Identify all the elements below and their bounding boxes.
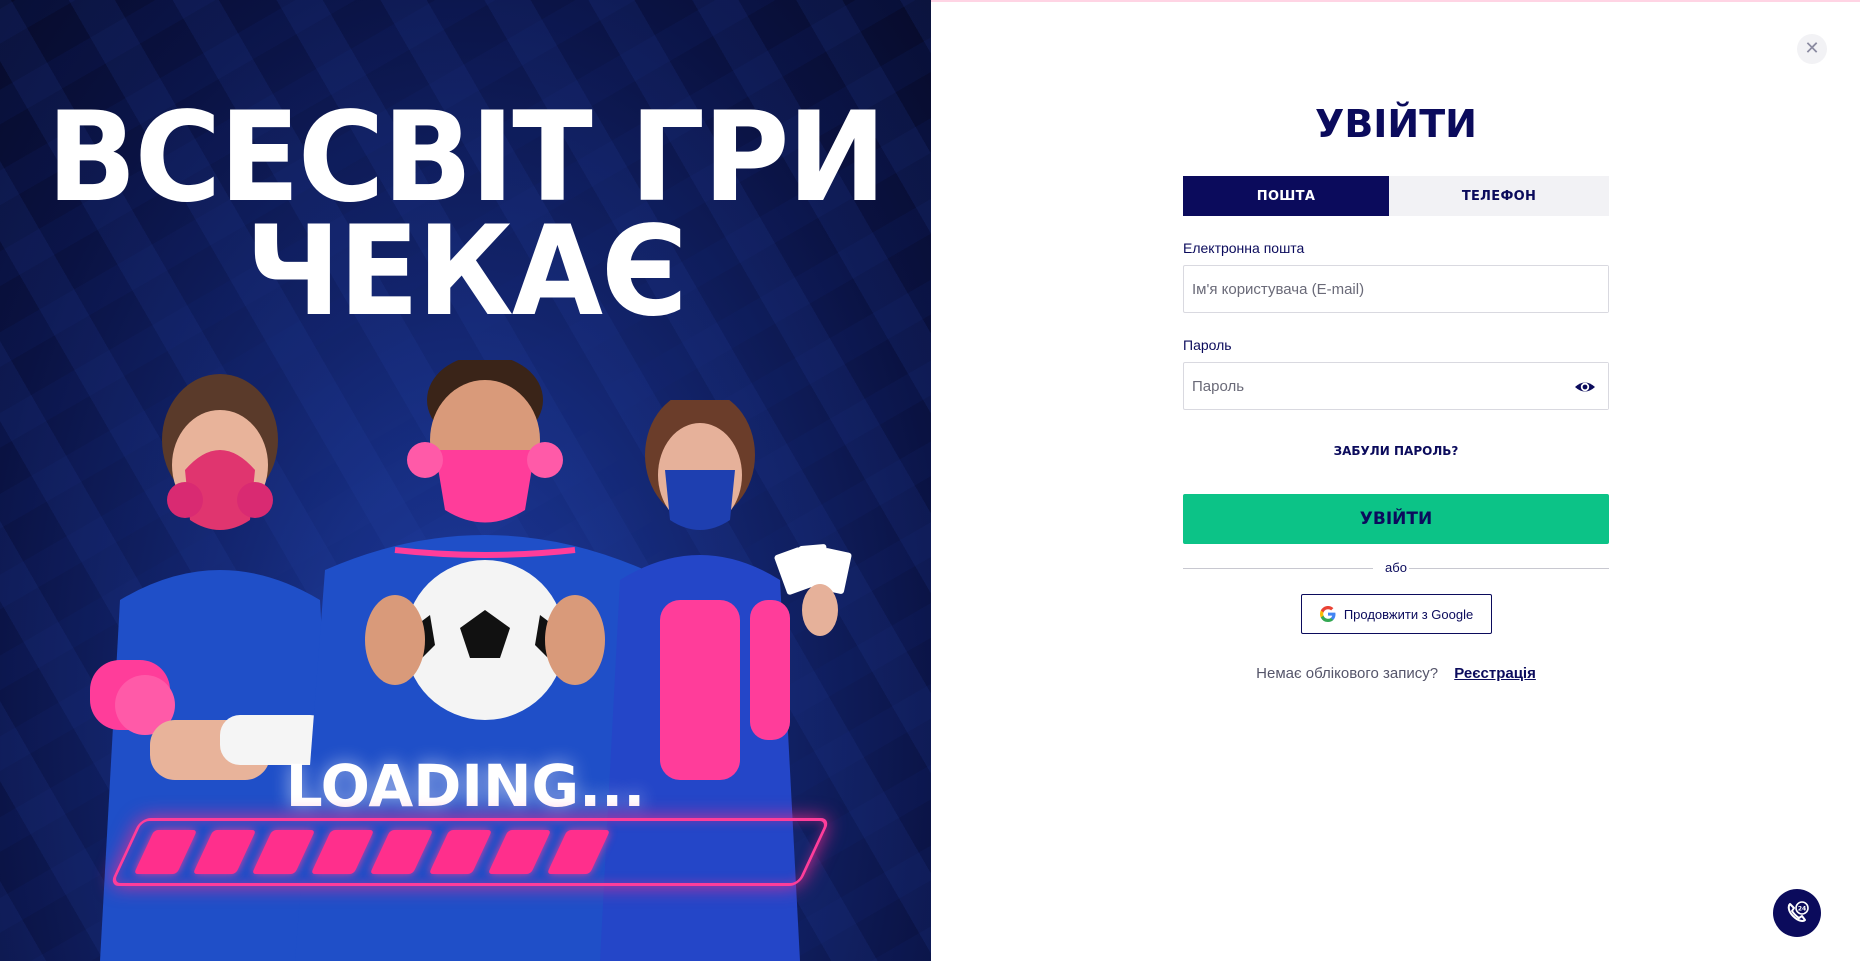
loading-segment (251, 830, 316, 874)
login-method-tabs: ПОШТА ТЕЛЕФОН (1183, 176, 1609, 216)
loading-segment (310, 830, 375, 874)
forgot-password-link[interactable]: ЗАБУЛИ ПАРОЛЬ? (1183, 444, 1609, 458)
loading-segment (369, 830, 434, 874)
promo-banner: ВСЕСВІТ ГРИ ЧЕКАЄ LOADING... (0, 0, 931, 961)
email-field-wrapper (1183, 265, 1609, 313)
loading-segment (428, 830, 493, 874)
eye-icon[interactable] (1574, 377, 1596, 397)
google-signin-button[interactable]: Продовжити з Google (1301, 594, 1492, 634)
loading-progress-bar (109, 818, 831, 886)
divider-line-right (1409, 568, 1609, 569)
password-label: Пароль (1183, 337, 1232, 353)
email-field[interactable] (1192, 266, 1608, 312)
google-icon (1319, 606, 1336, 622)
svg-text:24: 24 (1798, 906, 1806, 913)
loading-segment (487, 830, 552, 874)
loading-segment (133, 830, 198, 874)
email-label: Електронна пошта (1183, 240, 1305, 256)
top-border (931, 0, 1860, 2)
login-title: УВІЙТИ (1315, 102, 1477, 146)
promo-title-line2: ЧЕКАЄ (245, 198, 687, 344)
tab-phone[interactable]: ТЕЛЕФОН (1389, 176, 1609, 216)
login-submit-button[interactable]: УВІЙТИ (1183, 494, 1609, 544)
phone-icon: 24 (1787, 901, 1809, 922)
or-divider: або (1183, 560, 1609, 575)
loading-text: LOADING... (285, 752, 646, 820)
loading-segment (192, 830, 257, 874)
tab-email[interactable]: ПОШТА (1183, 176, 1389, 216)
close-icon[interactable]: ✕ (1797, 34, 1827, 64)
signup-prompt: Немає облікового запису? Реєстрація (1183, 665, 1609, 682)
password-field[interactable] (1192, 363, 1608, 409)
password-field-wrapper (1183, 362, 1609, 410)
support-24-icon[interactable]: 24 (1773, 889, 1821, 937)
signup-link[interactable]: Реєстрація (1454, 665, 1536, 682)
loading-segment (546, 830, 611, 874)
signup-question: Немає облікового запису? (1256, 665, 1439, 682)
google-button-label: Продовжити з Google (1343, 606, 1474, 622)
